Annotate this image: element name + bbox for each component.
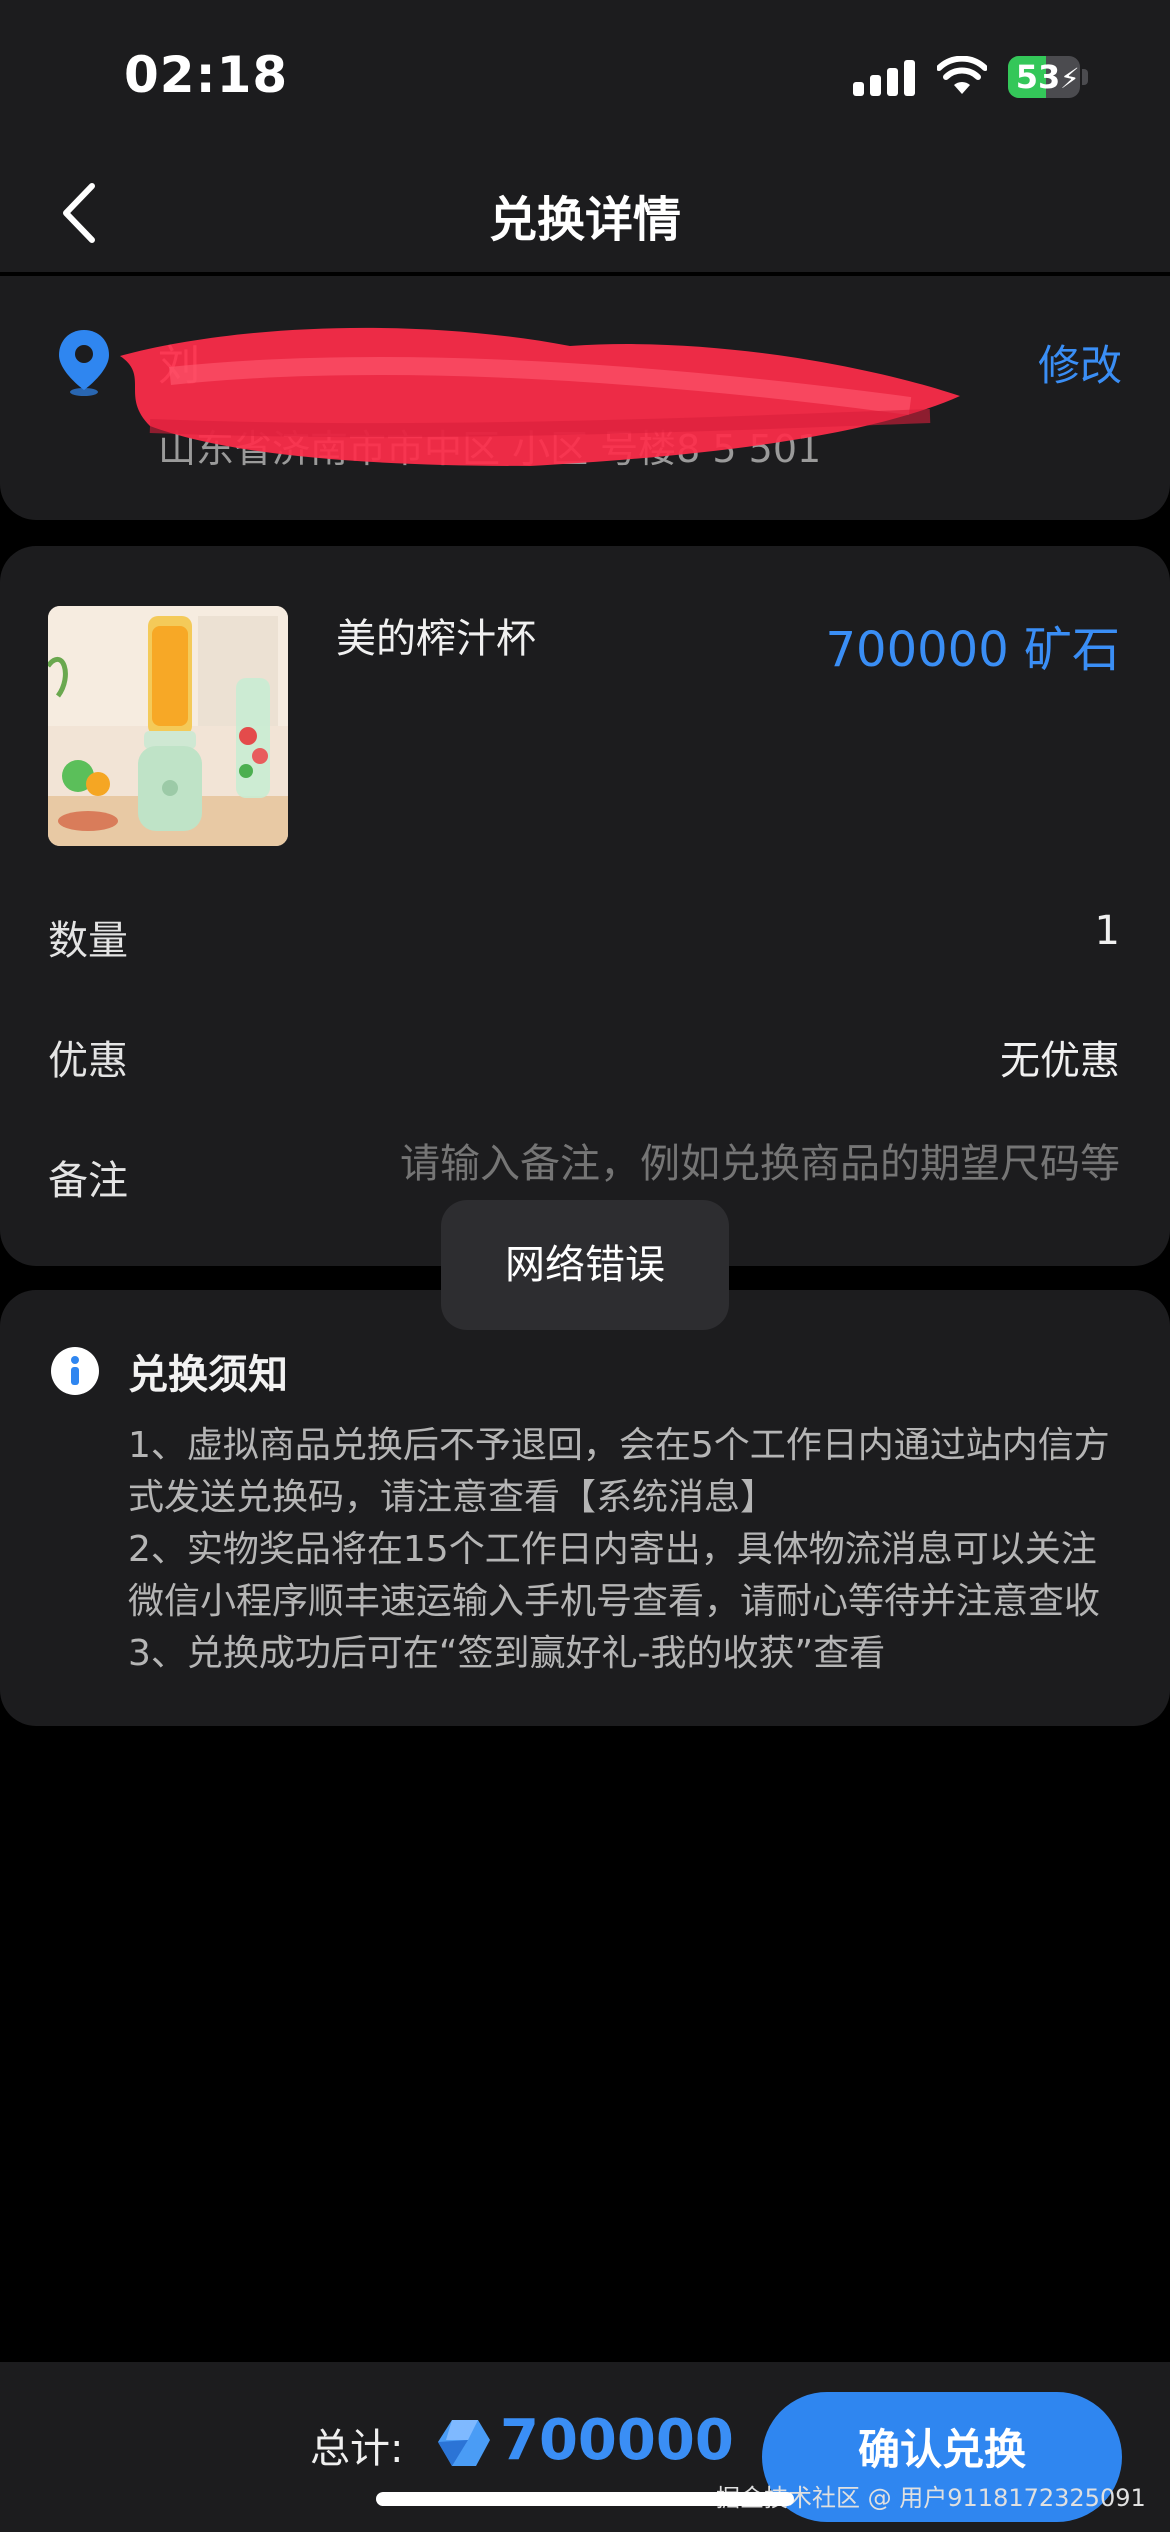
redaction-scribble [120, 327, 960, 466]
exchange-notice-card: 兑换须知 1、虚拟商品兑换后不予退回，会在5个工作日内通过站内信方 式发送兑换码… [0, 1290, 1170, 1726]
product-price: 700000 矿石 [825, 622, 1121, 678]
notice-title: 兑换须知 [128, 1352, 288, 1398]
remark-input[interactable] [340, 1142, 1120, 1187]
total-label: 总计: [310, 2426, 404, 2472]
home-indicator[interactable] [376, 2492, 794, 2506]
page-title: 兑换详情 [488, 192, 681, 248]
edit-address-link[interactable]: 修改 [1038, 332, 1122, 393]
charging-bolt-icon: ⚡ [1060, 62, 1080, 95]
total-value: 700000 [500, 2408, 734, 2473]
exchange-detail-screen: 02:18 53 ⚡ 兑换详情 刘 [0, 0, 1170, 2532]
error-toast: 网络错误 [441, 1200, 729, 1330]
battery-percent: 53 [1015, 58, 1061, 96]
notice-line: 1、虚拟商品兑换后不予退回，会在5个工作日内通过站内信方 [128, 1425, 1110, 1466]
notice-body: 1、虚拟商品兑换后不予退回，会在5个工作日内通过站内信方 式发送兑换码，请注意查… [128, 1420, 1128, 1680]
wifi-icon [937, 56, 987, 94]
address-card[interactable]: 刘 山东省济南市市中区 小区 号楼8 5 501 修改 [0, 276, 1170, 520]
discount-value[interactable]: 无优惠 [1000, 1028, 1120, 1086]
notice-line: 3、兑换成功后可在“签到赢好礼-我的收获”查看 [128, 1633, 886, 1674]
status-bar: 02:18 53 ⚡ [0, 0, 1170, 150]
quantity-value: 1 [1094, 908, 1120, 954]
notice-line: 2、实物奖品将在15个工作日内寄出，具体物流消息可以关注 [128, 1529, 1097, 1570]
discount-label: 优惠 [48, 1038, 128, 1084]
cellular-signal-icon [853, 60, 915, 96]
product-card: 美的榨汁杯 700000 矿石 数量 1 优惠 无优惠 备注 [0, 546, 1170, 1266]
product-image [48, 606, 288, 846]
ore-gem-icon [438, 2420, 490, 2466]
status-time: 02:18 [124, 46, 289, 104]
notice-line: 式发送兑换码，请注意查看【系统消息】 [128, 1477, 777, 1518]
notice-line: 微信小程序顺丰速运输入手机号查看，请耐心等待并注意查收 [128, 1581, 1101, 1622]
quantity-label: 数量 [48, 918, 128, 964]
info-icon [51, 1347, 99, 1395]
bottom-bar: 总计: 700000 确认兑换 掘金技术社区 @ 用户9118172325091 [0, 2362, 1170, 2532]
location-pin-icon [59, 330, 109, 396]
product-name: 美的榨汁杯 [336, 616, 536, 662]
remark-label: 备注 [48, 1158, 128, 1204]
battery-icon: 53 ⚡ [1008, 56, 1088, 98]
navigation-bar: 兑换详情 [0, 150, 1170, 274]
